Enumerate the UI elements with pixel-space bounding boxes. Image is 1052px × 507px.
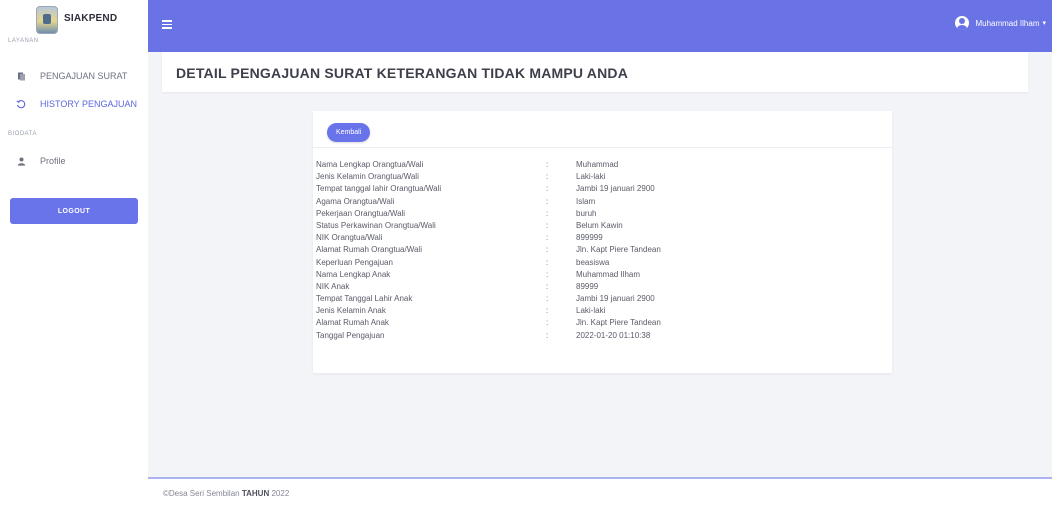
- detail-value: Jambi 19 januari 2900: [576, 294, 655, 304]
- detail-row: Alamat Rumah Orangtua/Wali: Jln. Kapt Pie…: [313, 245, 892, 257]
- detail-value: beasiswa: [576, 257, 610, 267]
- detail-value: 2022-01-20 01:10:38: [576, 330, 651, 340]
- user-icon: [15, 157, 27, 166]
- section-label-layanan: LAYANAN: [8, 38, 39, 44]
- detail-label: NIK Orangtua/Wali: [316, 233, 383, 243]
- footer-copyright: ©Desa Seri Sembilan TAHUN 2022: [163, 489, 289, 498]
- brand-name: SIAKPEND: [64, 13, 118, 24]
- detail-value: Jambi 19 januari 2900: [576, 184, 655, 194]
- detail-label: NIK Anak: [316, 281, 350, 291]
- detail-row: Agama Orangtua/Wali: Islam: [313, 197, 892, 209]
- detail-value: Laki-laki: [576, 306, 606, 316]
- detail-label: Jenis Kelamin Anak: [316, 306, 386, 316]
- detail-separator: :: [546, 281, 549, 291]
- sidebar-item-label: Profile: [40, 156, 66, 166]
- footer-prefix: ©Desa Seri Sembilan: [163, 489, 240, 498]
- detail-separator: :: [546, 172, 549, 182]
- detail-row: Nama Lengkap Anak: Muhammad Ilham: [313, 270, 892, 282]
- detail-value: Laki-laki: [576, 172, 606, 182]
- detail-value: Jln. Kapt Piere Tandean: [576, 318, 661, 328]
- detail-value: Muhammad: [576, 160, 619, 169]
- detail-label: Alamat Rumah Orangtua/Wali: [316, 245, 422, 255]
- brand-logo-icon: [36, 6, 58, 34]
- detail-separator: :: [546, 330, 549, 340]
- detail-separator: :: [546, 208, 549, 218]
- detail-separator: :: [546, 233, 549, 243]
- history-icon: [15, 99, 27, 109]
- detail-card: Kembali Nama Lengkap Orangtua/Wali: Muham…: [313, 111, 892, 373]
- detail-separator: :: [546, 184, 549, 194]
- detail-value: Muhammad Ilham: [576, 269, 641, 279]
- footer-bold-label: TAHUN: [241, 489, 270, 498]
- detail-label: Agama Orangtua/Wali: [316, 196, 395, 206]
- hamburger-menu-icon[interactable]: [162, 20, 172, 29]
- chevron-down-icon: ▾: [1042, 20, 1046, 27]
- detail-row: Jenis Kelamin Anak: Laki-laki: [313, 306, 892, 318]
- footer: ©Desa Seri Sembilan TAHUN 2022: [148, 479, 1052, 507]
- detail-separator: :: [546, 160, 549, 169]
- user-name: Muhammad Ilham: [975, 18, 1040, 28]
- detail-label: Pekerjaan Orangtua/Wali: [316, 208, 406, 218]
- detail-row: NIK Anak: 89999: [313, 282, 892, 294]
- detail-label: Nama Lengkap Orangtua/Wali: [316, 160, 424, 169]
- detail-separator: :: [546, 269, 549, 279]
- detail-row: Alamat Rumah Anak: Jln. Kapt Piere Tandea…: [313, 318, 892, 330]
- detail-row: Jenis Kelamin Orangtua/Wali: Laki-laki: [313, 172, 892, 184]
- page-header: DETAIL PENGAJUAN SURAT KETERANGAN TIDAK …: [162, 52, 1028, 92]
- detail-separator: :: [546, 294, 549, 304]
- logout-button[interactable]: LOGOUT: [10, 198, 138, 224]
- sidebar-item-history-pengajuan[interactable]: HISTORY PENGAJUAN: [0, 92, 148, 116]
- detail-row: Tempat tanggal lahir Orangtua/Wali: Jambi…: [313, 184, 892, 196]
- detail-label: Jenis Kelamin Orangtua/Wali: [316, 172, 419, 182]
- detail-label: Nama Lengkap Anak: [316, 269, 391, 279]
- detail-label: Tempat Tanggal Lahir Anak: [316, 294, 413, 304]
- sidebar-item-label: HISTORY PENGAJUAN: [40, 99, 138, 109]
- detail-label: Alamat Rumah Anak: [316, 318, 389, 328]
- detail-row: NIK Orangtua/Wali: 899999: [313, 233, 892, 245]
- detail-row: Tanggal Pengajuan: 2022-01-20 01:10:38: [313, 331, 892, 343]
- sidebar-item-label: PENGAJUAN SURAT: [40, 71, 128, 81]
- detail-row: Status Perkawinan Orangtua/Wali: Belum Ka…: [313, 221, 892, 233]
- user-menu[interactable]: Muhammad Ilham ▾: [955, 16, 1046, 30]
- card-divider: [313, 147, 892, 148]
- footer-year: 2022: [271, 489, 290, 498]
- sidebar-item-pengajuan-surat[interactable]: PENGAJUAN SURAT: [0, 64, 148, 88]
- document-icon: [15, 72, 27, 81]
- page-title: DETAIL PENGAJUAN SURAT KETERANGAN TIDAK …: [176, 65, 629, 81]
- brand[interactable]: SIAKPEND: [8, 6, 117, 34]
- detail-label: Tempat tanggal lahir Orangtua/Wali: [316, 184, 442, 194]
- section-label-biodata: BIODATA: [8, 131, 37, 137]
- detail-value: 89999: [576, 281, 599, 291]
- detail-label: Tanggal Pengajuan: [316, 330, 385, 340]
- detail-separator: :: [546, 306, 549, 316]
- detail-label: Keperluan Pengajuan: [316, 257, 393, 267]
- detail-separator: :: [546, 245, 549, 255]
- sidebar: SIAKPEND LAYANAN PENGAJUAN SURAT HISTORY…: [0, 0, 148, 507]
- detail-value: Belum Kawin: [576, 220, 623, 230]
- detail-label: Status Perkawinan Orangtua/Wali: [316, 220, 436, 230]
- detail-separator: :: [546, 196, 549, 206]
- detail-separator: :: [546, 318, 549, 328]
- detail-value: 899999: [576, 233, 603, 243]
- topbar: Muhammad Ilham ▾: [148, 0, 1052, 52]
- detail-list: Nama Lengkap Orangtua/Wali: Muhammad Jeni…: [313, 160, 892, 343]
- detail-row: Keperluan Pengajuan: beasiswa: [313, 258, 892, 270]
- detail-value: Islam: [576, 196, 596, 206]
- sidebar-item-profile[interactable]: Profile: [0, 149, 148, 173]
- detail-value: buruh: [576, 208, 597, 218]
- detail-row: Pekerjaan Orangtua/Wali: buruh: [313, 209, 892, 221]
- detail-row: Tempat Tanggal Lahir Anak: Jambi 19 janua…: [313, 294, 892, 306]
- detail-separator: :: [546, 220, 549, 230]
- back-button[interactable]: Kembali: [327, 123, 371, 142]
- detail-value: Jln. Kapt Piere Tandean: [576, 245, 661, 255]
- detail-separator: :: [546, 257, 549, 267]
- detail-row: Nama Lengkap Orangtua/Wali: Muhammad: [313, 160, 892, 172]
- avatar-icon: [955, 16, 970, 30]
